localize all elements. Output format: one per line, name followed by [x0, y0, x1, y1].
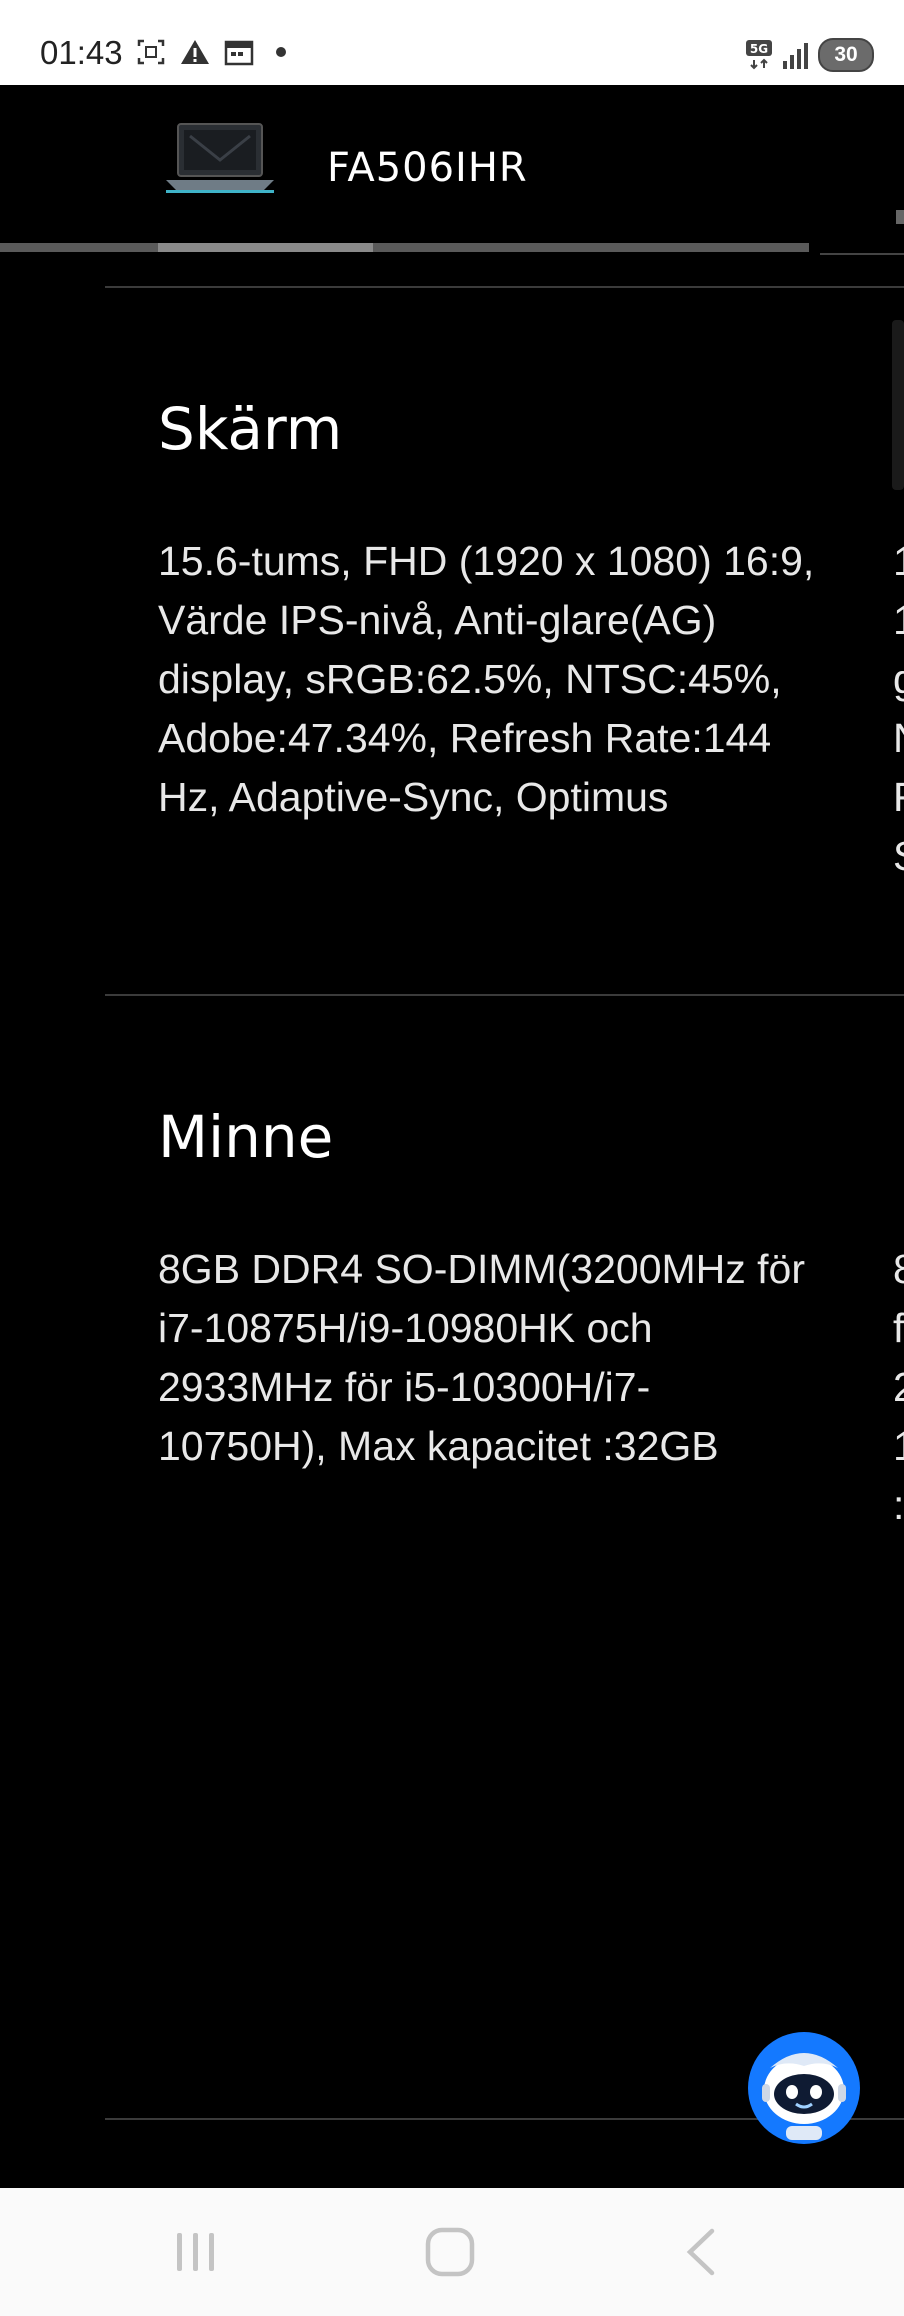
product-title: FA506IHR — [327, 145, 528, 191]
carousel-progress-track — [0, 243, 809, 252]
chatbot-button[interactable] — [748, 2032, 860, 2144]
peek-line: 1 — [893, 591, 904, 650]
home-icon — [425, 2227, 475, 2277]
battery-icon: 30 — [818, 38, 874, 72]
laptop-thumbnail[interactable] — [160, 120, 280, 200]
peek-line: F — [893, 768, 904, 827]
peek-line: : — [893, 1482, 904, 1528]
peek-line: f — [893, 1305, 904, 1351]
section-body-memory: 8GB DDR4 SO-DIMM(3200MHz för i7-10875H/i… — [158, 1246, 806, 1469]
section-divider — [105, 994, 904, 996]
recents-button[interactable] — [166, 2222, 226, 2282]
warning-icon — [181, 40, 209, 64]
next-product-thumbnail-edge[interactable] — [896, 210, 904, 224]
status-time: 01:43 — [40, 34, 123, 71]
signal-icon — [783, 43, 808, 69]
back-button[interactable] — [672, 2222, 732, 2282]
peek-line: S — [893, 827, 904, 886]
notification-dot-icon — [276, 47, 286, 57]
column-scroll-indicator — [892, 320, 904, 490]
next-column-peek-display: 1 1 g N F S — [893, 532, 904, 886]
section-title-memory: Minne — [158, 1103, 334, 1171]
peek-line: 2 — [893, 1358, 904, 1417]
section-body-display: 15.6-tums, FHD (1920 x 1080) 16:9, Värde… — [158, 538, 815, 820]
network-5g-icon: 5G — [746, 40, 772, 70]
peek-line: 8 — [893, 1240, 904, 1299]
header-divider — [820, 253, 904, 255]
home-button[interactable] — [420, 2222, 480, 2282]
svg-text:5G: 5G — [750, 42, 768, 56]
peek-line: 1 — [893, 532, 904, 591]
section-title-display: Skärm — [158, 395, 343, 463]
peek-line: N — [893, 709, 904, 768]
battery-level: 30 — [834, 43, 858, 66]
next-column-peek-memory: 8 f 2 1 : — [893, 1240, 904, 1535]
carousel-progress-indicator — [158, 243, 373, 252]
calendar-icon — [224, 40, 254, 66]
section-divider — [105, 286, 904, 288]
peek-line: 1 — [893, 1417, 904, 1476]
screenshot-icon — [137, 39, 165, 65]
status-bar: 01:43 5G 30 — [0, 0, 904, 85]
recents-icon — [177, 2233, 214, 2271]
robot-assistant-icon — [762, 2053, 846, 2140]
back-icon — [686, 2228, 715, 2276]
peek-line: g — [893, 650, 904, 709]
navigation-bar — [0, 2188, 904, 2316]
product-header: FA506IHR — [0, 85, 904, 255]
